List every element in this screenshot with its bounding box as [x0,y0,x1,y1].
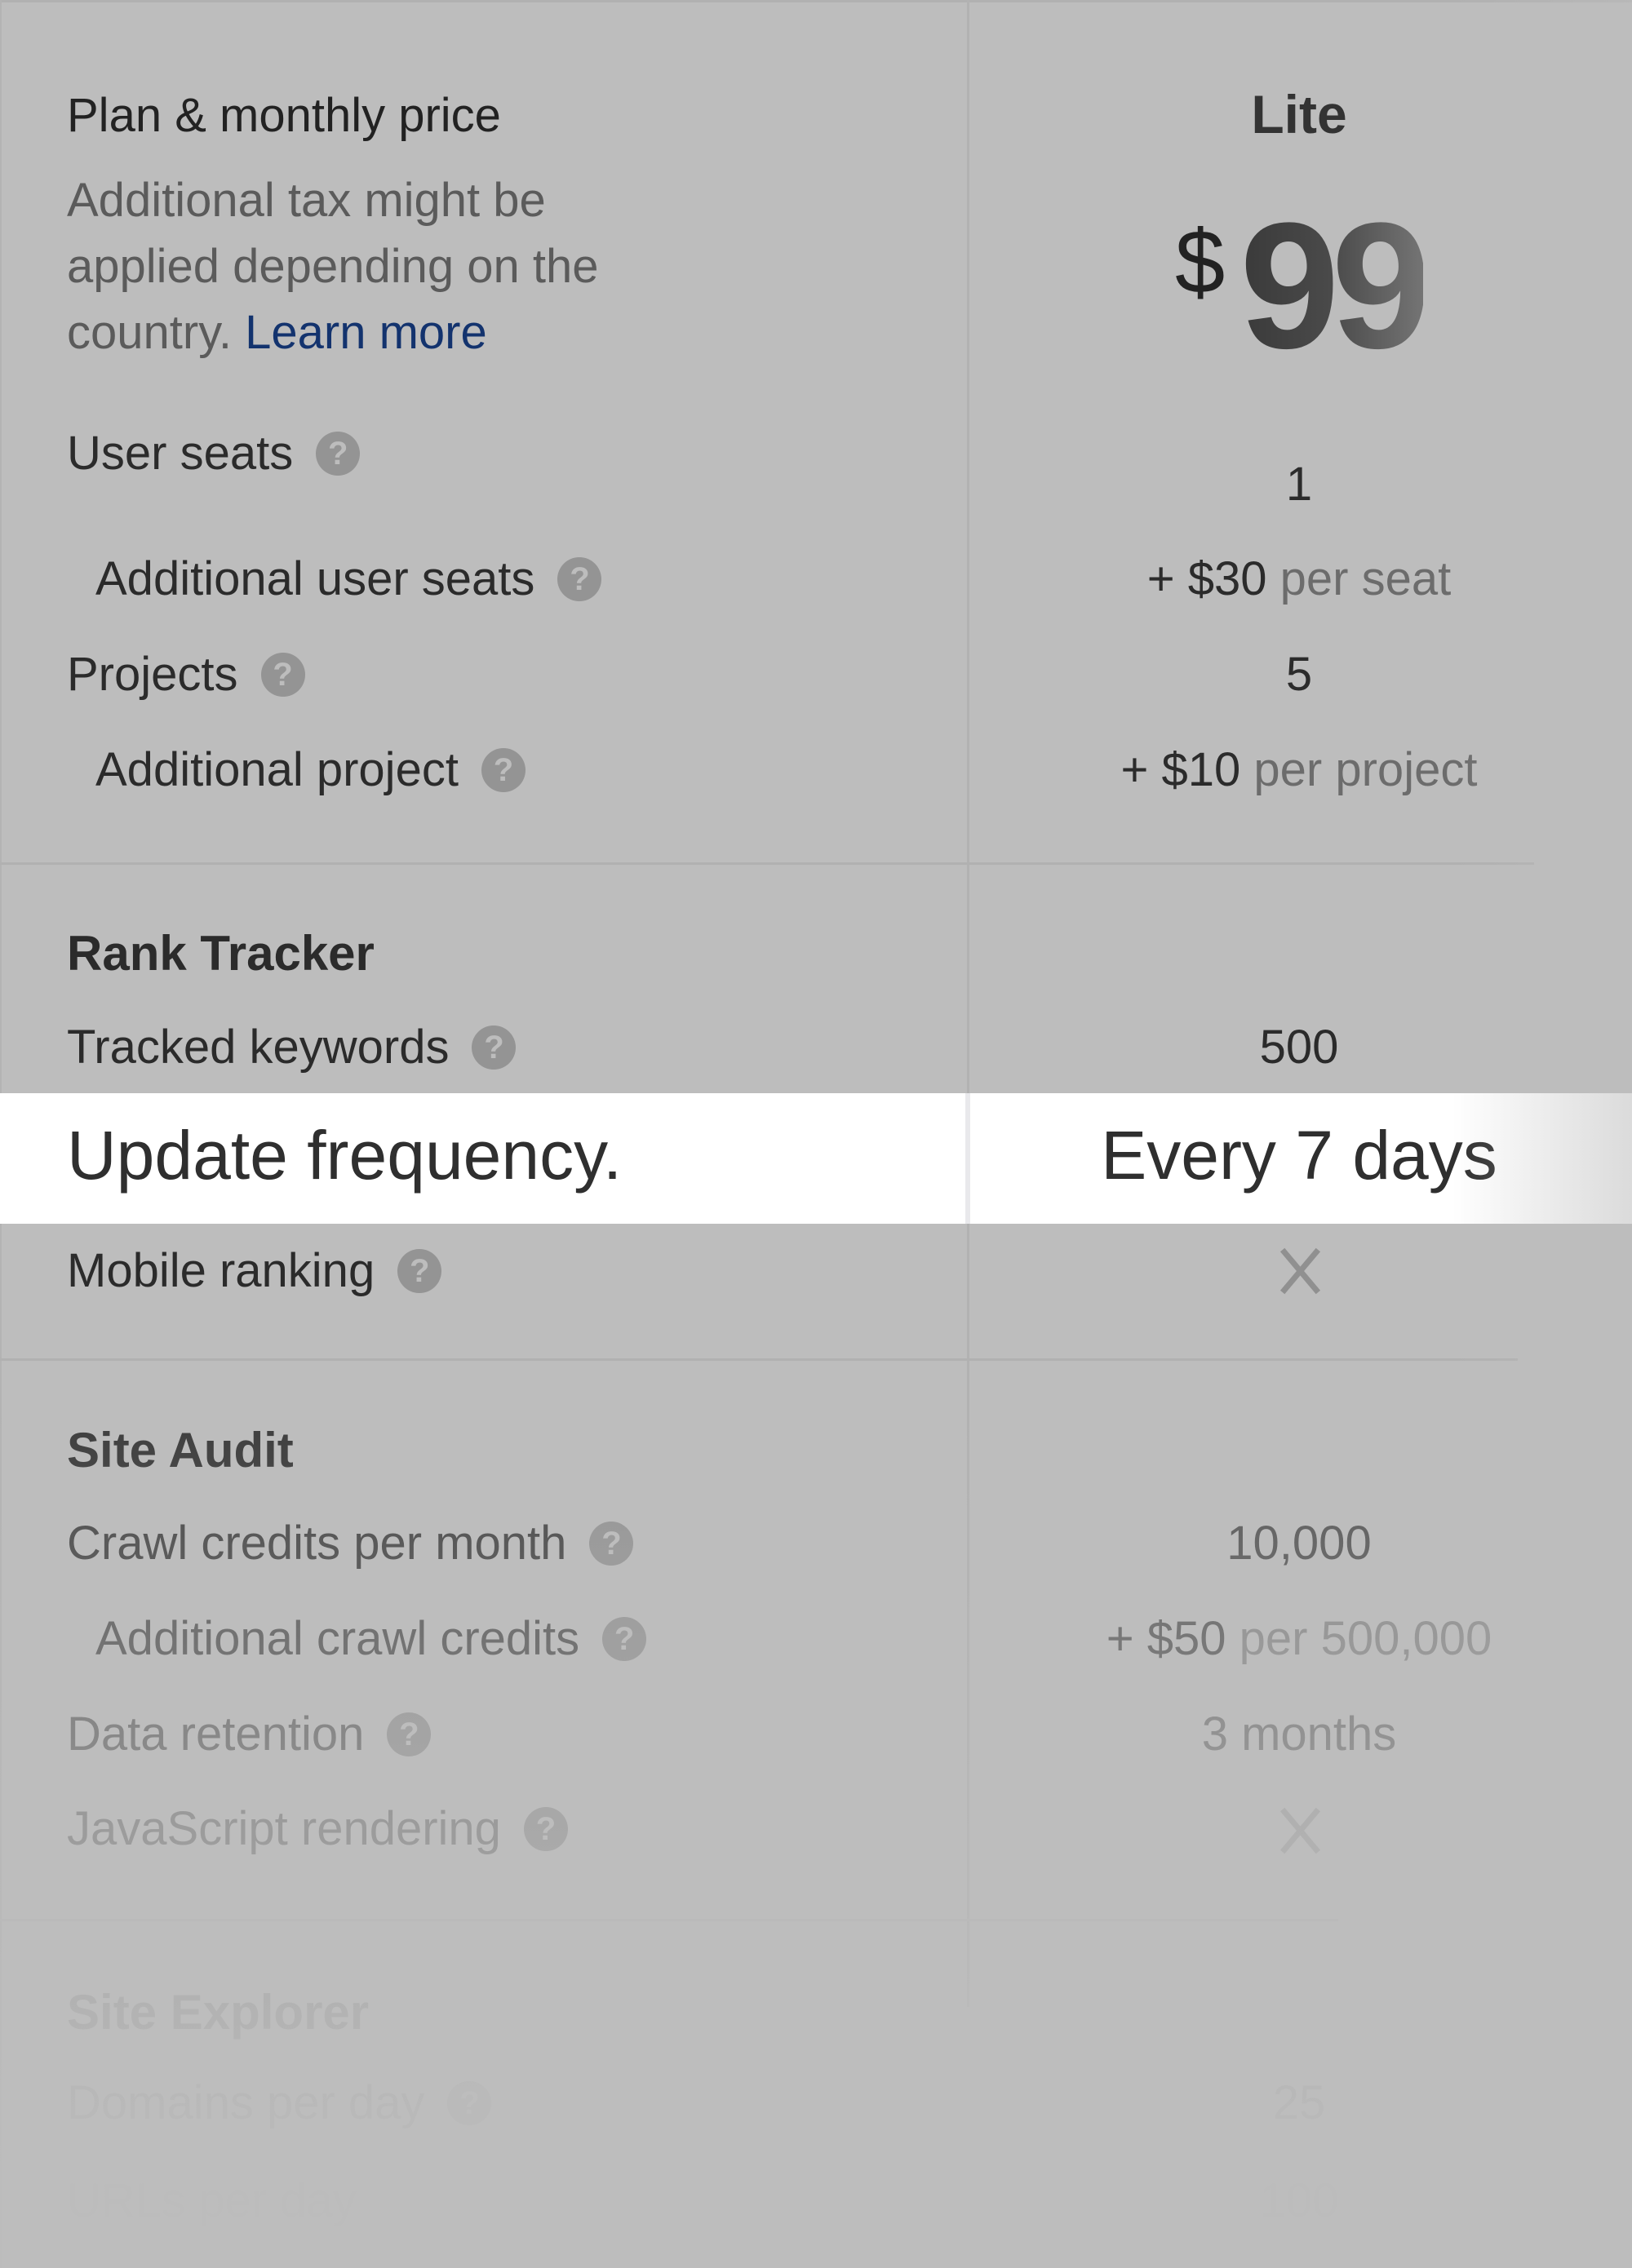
help-icon[interactable]: ? [472,1025,517,1070]
table-top-border [0,0,1632,2]
price-amount: 99 [1240,185,1431,386]
label-text: Crawl credits per month [67,1517,567,1570]
highlighted-row-update-frequency: Update frequency. Every 7 days [0,1093,1632,1224]
value-data-retention: 3 months [1201,1708,1397,1761]
value-update-frequency: Every 7 days [1101,1117,1497,1194]
section-divider [0,862,1534,865]
value-price: + $10 [1120,743,1241,796]
label-text: Mobile ranking [67,1244,375,1297]
label-text: Additional user seats [95,552,535,605]
pricing-comparison-table: Plan & monthly price Additional tax migh… [0,0,1632,2268]
learn-more-link[interactable]: Learn more [245,306,487,359]
value-user-seats: 1 [1285,458,1313,511]
row-label-user-seats: User seats ? [67,426,361,481]
tax-note: Additional tax might be applied dependin… [67,167,703,365]
value-tracked-keywords: 500 [1259,1021,1339,1074]
label-text: Domains per day [67,2076,425,2129]
help-icon[interactable]: ? [447,2080,492,2125]
value-projects: 5 [1285,648,1313,701]
help-icon[interactable]: ? [523,1806,568,1851]
row-label-crawl-credits: Crawl credits per month ? [67,1516,634,1570]
label-text: Additional project [95,743,459,796]
row-label-additional-project: Additional project ? [95,742,526,797]
help-icon[interactable]: ? [557,556,602,601]
help-icon[interactable]: ? [589,1521,634,1566]
value-crawl-credits: 10,000 [1226,1517,1372,1570]
row-label-update-frequency: Update frequency. [67,1117,623,1194]
plan-price-label: Plan & monthly price [67,89,501,142]
row-label-javascript-rendering: JavaScript rendering ? [67,1801,568,1856]
label-text: URLs per day [67,2174,357,2227]
cross-icon [1277,1247,1323,1296]
help-icon[interactable]: ? [602,1616,647,1661]
section-divider [0,1358,1518,1361]
plan-price: $99 [969,196,1629,375]
value-domains-per-day: 25 [1272,2076,1326,2129]
label-text: Tracked keywords [67,1021,450,1074]
value-urls-per-day: 100 [1259,2174,1339,2227]
row-label-domains-per-day: Domains per day ? [67,2075,492,2130]
help-icon[interactable]: ? [397,1248,442,1293]
cross-icon [1277,1806,1323,1855]
row-label-urls-per-day: URLs per day [67,2173,357,2228]
row-label-tracked-keywords: Tracked keywords ? [67,1020,517,1074]
value-price: + $30 [1146,552,1267,605]
help-icon[interactable]: ? [260,652,305,697]
section-title-rank-tracker: Rank Tracker [67,926,375,981]
help-icon[interactable]: ? [387,1712,432,1756]
value-additional-crawl-credits: + $50 per 500,000 [969,1611,1629,1666]
currency-symbol: $ [1175,212,1226,312]
label-text: User seats [67,427,294,480]
value-unit: per seat [1279,552,1452,605]
plan-name: Lite [1251,84,1347,144]
section-divider [0,1919,1338,1921]
row-label-mobile-ranking: Mobile ranking ? [67,1243,442,1298]
label-text: Additional crawl credits [95,1612,580,1665]
value-additional-project: + $10 per project [969,742,1629,797]
label-text: Data retention [67,1708,365,1761]
value-additional-user-seats: + $30 per seat [969,551,1629,606]
row-label-additional-user-seats: Additional user seats ? [95,551,602,606]
row-label-projects: Projects ? [67,647,305,702]
section-title-site-audit: Site Audit [67,1423,294,1477]
label-text: Projects [67,648,238,701]
value-unit: per project [1253,743,1478,796]
row-label-additional-crawl-credits: Additional crawl credits ? [95,1611,647,1666]
help-icon[interactable]: ? [481,747,526,792]
value-price: + $50 [1106,1612,1226,1665]
section-title-site-explorer: Site Explorer [67,1985,370,2040]
row-label-data-retention: Data retention ? [67,1707,432,1761]
value-unit: per 500,000 [1239,1612,1492,1665]
help-icon[interactable]: ? [316,431,361,476]
label-text: JavaScript rendering [67,1802,501,1855]
